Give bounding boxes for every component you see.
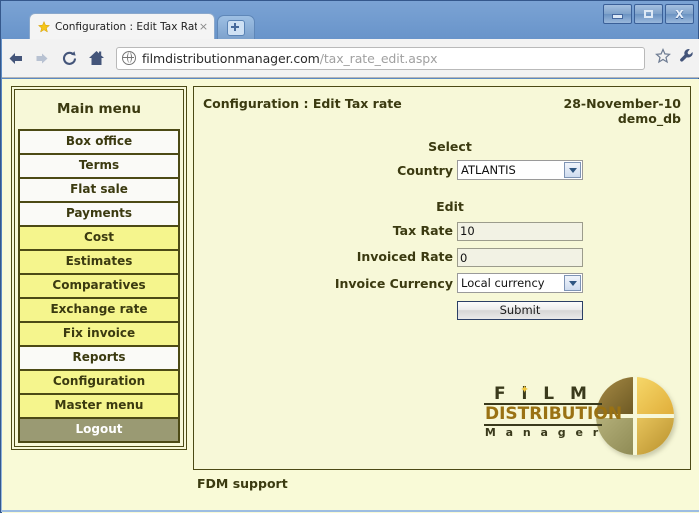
logo-distribution-label: DISTRIBUTION (484, 403, 602, 426)
sidebar-item-estimates[interactable]: Estimates (18, 249, 180, 275)
back-arrow-icon (7, 51, 24, 66)
tab-strip: Configuration : Edit Tax Rate × (1, 13, 698, 39)
home-button[interactable] (83, 43, 110, 73)
sidebar-item-terms[interactable]: Terms (18, 153, 180, 179)
country-select[interactable]: ATLANTIS (457, 160, 583, 180)
chevron-down-icon (564, 162, 581, 178)
submit-row: Submit (194, 299, 690, 320)
submit-button[interactable]: Submit (457, 301, 583, 320)
tab-title: Configuration : Edit Tax Rate (55, 21, 197, 33)
address-bar[interactable]: filmdistributionmanager.com/tax_rate_edi… (116, 47, 645, 70)
url-host: filmdistributionmanager.com (142, 51, 320, 66)
sidebar-item-payments[interactable]: Payments (18, 201, 180, 227)
browser-tab[interactable]: Configuration : Edit Tax Rate × (29, 13, 215, 39)
invoiced-rate-label: Invoiced Rate (301, 249, 457, 264)
sidebar-item-fix-invoice[interactable]: Fix invoice (18, 321, 180, 347)
forward-arrow-icon (35, 52, 50, 65)
form-area: Select Country ATLANTIS Edit (194, 139, 690, 320)
fdm-logo: ✦ F i L M DISTRIBUTION M a n a g e r (484, 375, 676, 459)
sidebar-item-logout[interactable]: Logout (18, 417, 180, 443)
edit-section-heading: Edit (194, 199, 690, 214)
home-icon (88, 50, 105, 66)
country-row: Country ATLANTIS (194, 160, 690, 180)
reload-icon (61, 50, 78, 67)
database-name: demo_db (564, 111, 681, 126)
footer-support-text: FDM support (197, 476, 288, 491)
web-page: Main menu Box office Terms Flat sale Pay… (2, 79, 699, 513)
panel-meta: 28-November-10 demo_db (564, 96, 681, 126)
invoiced-rate-input[interactable] (457, 248, 583, 267)
wrench-icon (679, 48, 695, 68)
tax-rate-input[interactable] (457, 222, 583, 241)
logo-film-text: ✦ F i L M (484, 385, 602, 403)
sidebar-inner: Main menu Box office Terms Flat sale Pay… (14, 89, 184, 447)
back-button[interactable] (2, 43, 29, 73)
navigation-toolbar: filmdistributionmanager.com/tax_rate_edi… (2, 39, 699, 78)
browser-frame: X Configuration : Edit Tax Rate × (0, 0, 699, 513)
new-tab-button[interactable] (217, 15, 255, 40)
sidebar: Main menu Box office Terms Flat sale Pay… (11, 86, 187, 450)
panel-header: Configuration : Edit Tax rate 28-Novembe… (194, 87, 690, 125)
logo-film-label: F i L M (494, 384, 592, 404)
plus-icon (227, 20, 245, 36)
invoice-currency-row: Invoice Currency Local currency (194, 273, 690, 293)
forward-button[interactable] (29, 43, 56, 73)
title-bar: X Configuration : Edit Tax Rate × (1, 1, 698, 39)
current-date: 28-November-10 (564, 96, 681, 111)
invoice-currency-label: Invoice Currency (301, 276, 457, 291)
sidebar-item-cost[interactable]: Cost (18, 225, 180, 251)
tab-close-icon[interactable]: × (197, 20, 210, 33)
globe-icon (122, 51, 136, 65)
sidebar-item-comparatives[interactable]: Comparatives (18, 273, 180, 299)
sidebar-item-flat-sale[interactable]: Flat sale (18, 177, 180, 203)
select-section-heading: Select (194, 139, 690, 154)
sidebar-item-reports[interactable]: Reports (18, 345, 180, 371)
invoice-currency-selected-value: Local currency (461, 276, 545, 290)
url-path: /tax_rate_edit.aspx (320, 51, 438, 66)
country-selected-value: ATLANTIS (461, 163, 516, 177)
reload-button[interactable] (56, 43, 83, 73)
invoiced-rate-row: Invoiced Rate (194, 247, 690, 268)
main-content-panel: Configuration : Edit Tax rate 28-Novembe… (193, 86, 691, 470)
tax-rate-label: Tax Rate (301, 223, 457, 238)
tax-rate-row: Tax Rate (194, 220, 690, 241)
star-icon (655, 48, 671, 68)
star-icon (38, 21, 50, 33)
sidebar-item-exchange-rate[interactable]: Exchange rate (18, 297, 180, 323)
country-label: Country (301, 163, 457, 178)
chevron-down-icon (564, 275, 581, 291)
bookmark-button[interactable] (651, 43, 675, 73)
invoice-currency-select[interactable]: Local currency (457, 273, 583, 293)
url-text: filmdistributionmanager.com/tax_rate_edi… (142, 51, 437, 66)
logo-manager-label: M a n a g e r (484, 426, 602, 440)
logo-star-icon: ✦ (520, 381, 534, 399)
window-bottom-strip (2, 510, 699, 512)
logo-wordmark: ✦ F i L M DISTRIBUTION M a n a g e r (484, 385, 602, 440)
main-menu-title: Main menu (18, 93, 180, 129)
sidebar-item-box-office[interactable]: Box office (18, 129, 180, 155)
browser-menu-button[interactable] (675, 43, 699, 73)
sidebar-item-configuration[interactable]: Configuration (18, 369, 180, 395)
browser-window: X Configuration : Edit Tax Rate × (0, 0, 699, 513)
sidebar-item-master-menu[interactable]: Master menu (18, 393, 180, 419)
page-viewport: Main menu Box office Terms Flat sale Pay… (2, 79, 699, 513)
